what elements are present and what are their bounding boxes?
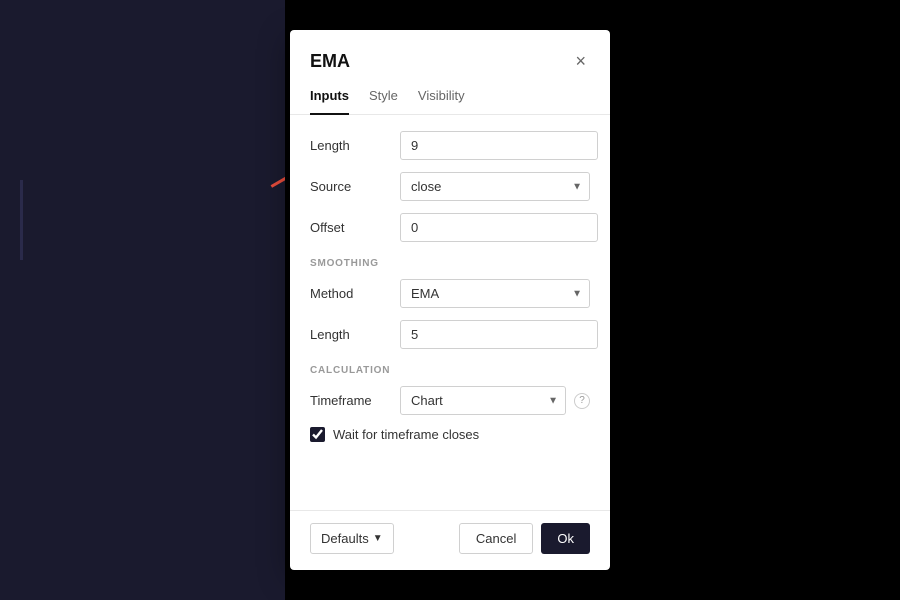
close-button[interactable]: ×: [571, 50, 590, 72]
tab-bar: Inputs Style Visibility: [290, 76, 610, 115]
tab-style[interactable]: Style: [369, 88, 398, 115]
source-row: Source close open high low hl2 hlc3 ohlc…: [310, 172, 590, 201]
wait-checkbox-row: Wait for timeframe closes: [310, 427, 590, 442]
background-chart: [0, 0, 285, 600]
timeframe-row: Timeframe Chart 1 5 15 60 D W ▼ ?: [310, 386, 590, 415]
dialog-content: Length Source close open high low hl2 hl…: [290, 115, 610, 510]
calculation-section-header: CALCULATION: [310, 365, 590, 376]
timeframe-select[interactable]: Chart 1 5 15 60 D W: [400, 386, 566, 415]
smooth-length-label: Length: [310, 327, 400, 342]
source-select[interactable]: close open high low hl2 hlc3 ohlc4: [400, 172, 590, 201]
smooth-length-input[interactable]: [400, 320, 598, 349]
ema-dialog: EMA × Inputs Style Visibility Length: [290, 30, 610, 570]
offset-input[interactable]: [400, 213, 598, 242]
length-row: Length: [310, 131, 590, 160]
smooth-length-row: Length: [310, 320, 590, 349]
dialog-title: EMA: [310, 51, 350, 72]
offset-label: Offset: [310, 220, 400, 235]
source-select-wrapper: close open high low hl2 hlc3 ohlc4 ▼: [400, 172, 590, 201]
method-row: Method EMA SMA RMA WMA ▼: [310, 279, 590, 308]
source-label: Source: [310, 179, 400, 194]
dialog-header: EMA ×: [290, 30, 610, 72]
method-label: Method: [310, 286, 400, 301]
cancel-button[interactable]: Cancel: [459, 523, 533, 554]
defaults-button[interactable]: Defaults ▼: [310, 523, 394, 554]
length-input[interactable]: [400, 131, 598, 160]
timeframe-label: Timeframe: [310, 393, 400, 408]
smoothing-section-header: SMOOTHING: [310, 258, 590, 269]
timeframe-help-icon[interactable]: ?: [574, 393, 590, 409]
wait-checkbox-label: Wait for timeframe closes: [333, 427, 479, 442]
dialog-wrapper: EMA × Inputs Style Visibility Length: [0, 0, 900, 600]
ok-button[interactable]: Ok: [541, 523, 590, 554]
dialog-footer: Defaults ▼ Cancel Ok: [290, 510, 610, 570]
length-label: Length: [310, 138, 400, 153]
tab-inputs[interactable]: Inputs: [310, 88, 349, 115]
defaults-wrapper: Defaults ▼: [310, 523, 394, 554]
method-select-wrapper: EMA SMA RMA WMA ▼: [400, 279, 590, 308]
timeframe-select-wrapper: Chart 1 5 15 60 D W ▼: [400, 386, 566, 415]
tab-visibility[interactable]: Visibility: [418, 88, 465, 115]
chart-line: [271, 175, 285, 188]
offset-row: Offset: [310, 213, 590, 242]
method-select[interactable]: EMA SMA RMA WMA: [400, 279, 590, 308]
wait-checkbox[interactable]: [310, 427, 325, 442]
defaults-chevron-icon: ▼: [373, 533, 383, 544]
footer-actions: Cancel Ok: [459, 523, 590, 554]
